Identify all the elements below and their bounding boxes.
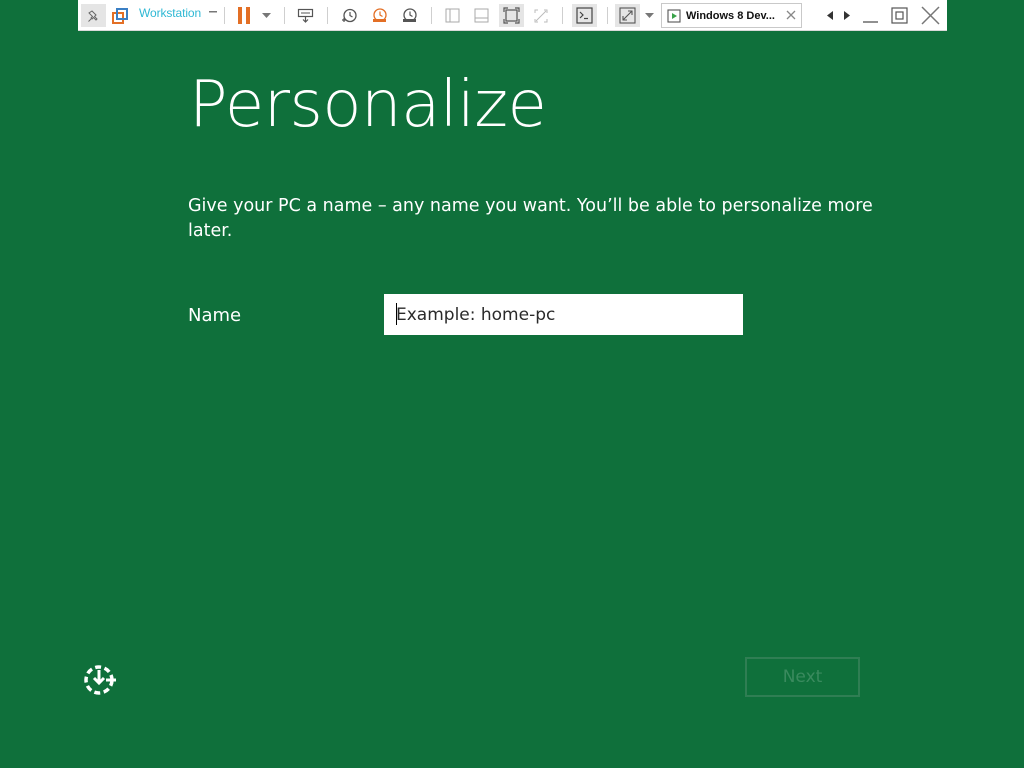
workstation-menu[interactable]: Workstation: [139, 6, 201, 20]
tab-scroll-left-button[interactable]: [824, 4, 836, 27]
toolbar-separator: [284, 7, 285, 24]
chevron-down-icon: [261, 13, 271, 18]
toolbar-separator: [431, 7, 432, 24]
show-thumbnail-bar-button[interactable]: [470, 4, 492, 27]
snapshot-icon: [341, 8, 357, 23]
page-title: Personalize: [189, 68, 547, 142]
snapshot-manager-icon: [402, 8, 417, 22]
close-window-button[interactable]: [919, 4, 941, 27]
minimize-button[interactable]: [860, 4, 880, 27]
snapshot-manager-button[interactable]: [397, 4, 421, 27]
minimize-icon: [862, 21, 878, 23]
restore-icon: [890, 7, 908, 24]
close-icon[interactable]: [785, 9, 797, 21]
revert-snapshot-icon: [372, 8, 387, 22]
console-icon: [576, 7, 593, 24]
chevron-left-icon: [827, 11, 833, 20]
pause-button[interactable]: [234, 4, 254, 27]
tab-title: Windows 8 Dev...: [686, 9, 775, 22]
toolbar-separator: [607, 7, 608, 24]
workstation-dropdown-icon[interactable]: [209, 11, 217, 15]
vmware-logo-button[interactable]: [109, 4, 131, 27]
tab-windows-8-dev[interactable]: Windows 8 Dev...: [661, 3, 802, 28]
full-screen-view-button[interactable]: [499, 4, 524, 27]
restore-button[interactable]: [889, 4, 909, 27]
tab-scroll-right-button[interactable]: [841, 4, 853, 27]
power-dropdown[interactable]: [259, 4, 273, 27]
thumbnail-bar-icon: [474, 8, 488, 23]
pin-button[interactable]: [81, 4, 106, 27]
text-caret: [396, 303, 397, 325]
pc-name-input[interactable]: [384, 294, 743, 335]
enter-full-screen-button[interactable]: [615, 4, 640, 27]
chevron-down-icon: [644, 13, 654, 18]
send-ctrl-alt-del-button[interactable]: [293, 4, 317, 27]
fit-guest-icon: [503, 7, 520, 24]
toolbar-separator: [224, 7, 225, 24]
unity-icon: [534, 9, 548, 22]
unity-button[interactable]: [530, 4, 552, 27]
close-icon: [920, 6, 940, 25]
pin-icon: [87, 9, 98, 22]
vm-tab-icon: [667, 8, 681, 23]
console-view-button[interactable]: [572, 4, 597, 27]
page-description: Give your PC a name – any name you want.…: [188, 196, 873, 241]
take-snapshot-button[interactable]: [337, 4, 361, 27]
ease-of-access-icon[interactable]: [82, 662, 118, 698]
next-button[interactable]: Next: [745, 657, 860, 697]
revert-snapshot-button[interactable]: [367, 4, 391, 27]
fullscreen-icon: [619, 7, 636, 24]
toolbar-separator: [327, 7, 328, 24]
vm-toolbar: Workstation Windows 8 Dev...: [78, 0, 947, 31]
show-library-button[interactable]: [441, 4, 463, 27]
send-keys-icon: [297, 8, 313, 23]
pause-icon: [238, 7, 250, 24]
chevron-right-icon: [844, 11, 850, 20]
library-icon: [445, 8, 459, 23]
full-screen-dropdown[interactable]: [643, 4, 655, 27]
vmware-logo-icon: [112, 7, 128, 24]
toolbar-separator: [562, 7, 563, 24]
name-label: Name: [188, 305, 242, 326]
